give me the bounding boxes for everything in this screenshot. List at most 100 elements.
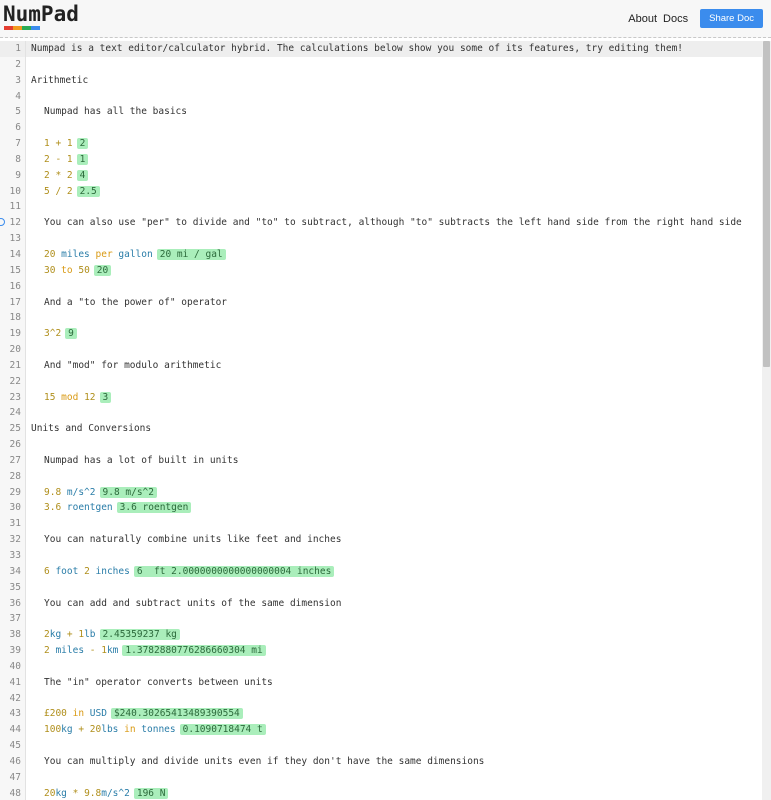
line-text: And a "to the power of" operator (44, 296, 228, 308)
line-number: 2 (0, 56, 26, 73)
line-code: And a "to the power of" operator (31, 295, 227, 311)
editor-line[interactable]: 42 (0, 690, 762, 707)
unit-token: miles (61, 248, 96, 260)
editor[interactable]: 1 Numpad is a text editor/calculator hybr… (0, 41, 762, 800)
keyword-token: per (95, 248, 119, 260)
editor-scrollbar[interactable] (762, 41, 771, 800)
editor-line[interactable]: 2 (0, 56, 762, 73)
line-number: 48 (0, 785, 26, 800)
editor-line[interactable]: 11 (0, 199, 762, 216)
editor-line[interactable]: 45 (0, 738, 762, 754)
line-number: 6 (0, 120, 26, 137)
number-token: 2 - 1 (44, 153, 73, 165)
editor-line[interactable]: 18 (0, 310, 762, 327)
editor-line[interactable]: 32 You can naturally combine units like f… (0, 532, 762, 548)
editor-line[interactable]: 13 (0, 231, 762, 247)
editor-line[interactable]: 9 2 * 24 (0, 167, 762, 184)
line-number: 15 (0, 262, 26, 279)
result-badge: 20 (93, 264, 112, 276)
line-code: You can also use "per" to divide and "to… (31, 215, 742, 231)
editor-line[interactable]: 5 Numpad has all the basics (0, 104, 762, 121)
unit-token: foot (55, 565, 85, 577)
editor-line[interactable]: 40 (0, 658, 762, 675)
editor-line[interactable]: 10 5 / 2 2.5 (0, 183, 762, 200)
editor-line[interactable]: 37 (0, 611, 762, 628)
line-number: 23 (0, 389, 26, 406)
editor-line[interactable]: 31 (0, 516, 762, 533)
editor-line[interactable]: 1 Numpad is a text editor/calculator hybr… (0, 41, 762, 57)
number-token: 1 + 1 (44, 138, 73, 150)
unit-token: kg (49, 629, 67, 641)
editor-line[interactable]: 29 9.8 m/s^2 9.8 m/s^2 (0, 484, 762, 501)
line-number: 5 (0, 104, 26, 121)
scrollbar-thumb[interactable] (763, 41, 770, 367)
editor-line[interactable]: 34 6 foot 2 inches 6 ft 2.0000000000000000… (0, 563, 762, 580)
editor-line[interactable]: 43 £200 in USD $240.30265413489390554 (0, 706, 762, 723)
line-code: You can naturally combine units like fee… (31, 532, 341, 548)
share-doc-button[interactable]: Share Doc (700, 9, 763, 28)
editor-line[interactable]: 8 2 - 11 (0, 151, 762, 168)
editor-line[interactable]: 36 You can add and subtract units of the … (0, 595, 762, 612)
line-code: 100kg + 20lbs in tonnes 0.1090718474 t (31, 722, 266, 738)
app-logo[interactable]: NumPad (3, 2, 79, 26)
editor-line[interactable]: 7 1 + 12 (0, 136, 762, 152)
result-badge: 9 (65, 328, 77, 340)
editor-line[interactable]: 28 (0, 468, 762, 485)
editor-line[interactable]: 27 Numpad has a lot of built in units (0, 452, 762, 469)
editor-line[interactable]: 26 (0, 437, 762, 453)
line-code: The "in" operator converts between units (31, 675, 273, 691)
editor-line[interactable]: 38 2kg + 1lb 2.45359237 kg (0, 627, 762, 644)
unit-token: tonnes (141, 724, 176, 736)
editor-line[interactable]: 21 And "mod" for modulo arithmetic (0, 357, 762, 374)
line-number: 35 (0, 579, 26, 596)
line-code: Units and Conversions (31, 421, 151, 437)
result-badge: 2.45359237 kg (99, 629, 180, 641)
line-text: And "mod" for modulo arithmetic (44, 359, 222, 371)
logo-bar-green (22, 26, 31, 30)
line-code: 3^2 9 (31, 326, 77, 342)
result-badge: 3 (99, 391, 112, 403)
number-token: 5 / 2 (44, 185, 73, 197)
editor-line[interactable]: 30 3.6 roentgen 3.6 roentgen (0, 500, 762, 517)
about-link[interactable]: About (628, 13, 657, 25)
number-token: 3.6 (44, 502, 67, 514)
editor-line[interactable]: 35 (0, 579, 762, 596)
line-number: 24 (0, 405, 26, 422)
editor-line[interactable]: 16 (0, 278, 762, 295)
editor-line[interactable]: 12 You can also use "per" to divide and "… (0, 215, 762, 232)
editor-line[interactable]: 3 Arithmetic (0, 72, 762, 89)
line-code: 2kg + 1lb 2.45359237 kg (31, 627, 180, 643)
editor-line[interactable]: 41 The "in" operator converts between uni… (0, 674, 762, 691)
editor-line[interactable]: 15 30 to 50 20 (0, 262, 762, 279)
number-token: 6 (44, 565, 56, 577)
line-code: Numpad has all the basics (31, 104, 187, 120)
line-number: 11 (0, 199, 26, 216)
number-token: + 1 (66, 629, 85, 641)
editor-line[interactable]: 39 2 miles - 1km 1.3782880776286660304 mi (0, 643, 762, 659)
editor-line[interactable]: 48 20kg * 9.8m/s^2 196 N (0, 785, 762, 800)
editor-line[interactable]: 6 (0, 120, 762, 137)
line-number: 18 (0, 310, 26, 327)
editor-line[interactable]: 4 (0, 88, 762, 105)
editor-line[interactable]: 17 And a "to the power of" operator (0, 294, 762, 311)
editor-line[interactable]: 46 You can multiply and divide units even… (0, 753, 762, 770)
line-number: 1 (0, 41, 26, 57)
line-number: 45 (0, 738, 26, 754)
editor-line[interactable]: 22 (0, 373, 762, 390)
editor-line[interactable]: 23 15 mod 12 3 (0, 389, 762, 406)
docs-link[interactable]: Docs (663, 13, 688, 25)
editor-line[interactable]: 25 Units and Conversions (0, 421, 762, 438)
editor-line[interactable]: 44 100kg + 20lbs in tonnes 0.1090718474 t (0, 722, 762, 739)
editor-line[interactable]: 33 (0, 548, 762, 564)
result-badge: 4 (76, 169, 89, 181)
line-number: 42 (0, 690, 26, 707)
editor-line[interactable]: 24 (0, 405, 762, 422)
unit-token: gallon (118, 248, 153, 260)
number-token: 12 (84, 391, 96, 403)
result-badge: $240.30265413489390554 (110, 708, 243, 720)
editor-line[interactable]: 47 (0, 769, 762, 786)
editor-line[interactable]: 20 (0, 342, 762, 358)
editor-line[interactable]: 14 20 miles per gallon 20 mi / gal (0, 246, 762, 263)
line-text: You can multiply and divide units even i… (44, 755, 485, 767)
editor-line[interactable]: 19 3^2 9 (0, 326, 762, 343)
